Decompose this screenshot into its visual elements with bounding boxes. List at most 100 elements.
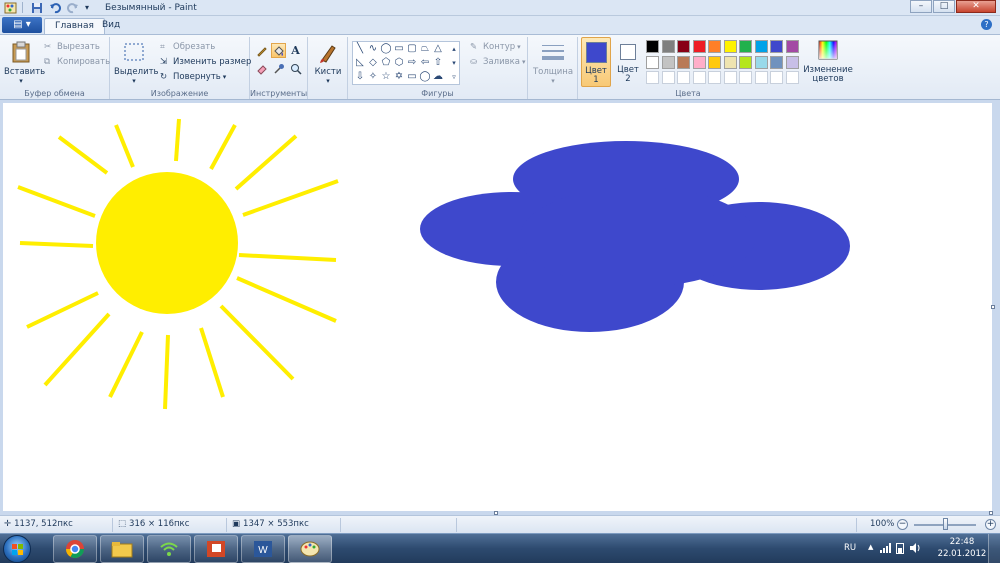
- color2-button[interactable]: Цвет 2: [614, 37, 642, 87]
- rectangle-shape-icon[interactable]: ▭: [393, 43, 405, 55]
- zoom-out-button[interactable]: −: [897, 519, 908, 530]
- palette-color-swatch[interactable]: [723, 40, 737, 53]
- cut-button[interactable]: ✂ Вырезать: [44, 42, 100, 52]
- palette-color-swatch[interactable]: [754, 40, 768, 53]
- palette-color-swatch[interactable]: [677, 71, 690, 84]
- palette-color-swatch[interactable]: [754, 71, 768, 84]
- help-icon[interactable]: ?: [981, 19, 992, 30]
- shapes-scroll-up-icon[interactable]: ▴: [448, 43, 460, 55]
- diamond-shape-icon[interactable]: ◇: [367, 57, 379, 69]
- shapes-scroll-down-icon[interactable]: ▾: [448, 57, 460, 69]
- cloud-callout-shape-icon[interactable]: ☁: [432, 71, 444, 83]
- curve-shape-icon[interactable]: ∿: [367, 43, 379, 55]
- palette-color-swatch[interactable]: [708, 71, 721, 84]
- five-point-star-shape-icon[interactable]: ☆: [380, 71, 392, 83]
- palette-color-swatch[interactable]: [739, 71, 752, 84]
- palette-color-swatch[interactable]: [677, 40, 690, 53]
- palette-color-swatch[interactable]: [770, 40, 783, 53]
- crop-button[interactable]: ⌗ Обрезать: [160, 42, 215, 52]
- palette-color-swatch[interactable]: [770, 71, 783, 84]
- fill-shape-button[interactable]: ⛀ Заливка ▾: [470, 57, 525, 67]
- palette-color-swatch[interactable]: [661, 71, 675, 84]
- color-picker-icon[interactable]: [271, 61, 286, 76]
- brushes-button[interactable]: Кисти ▾: [310, 39, 346, 85]
- palette-color-swatch[interactable]: [692, 55, 706, 69]
- paint-app-icon[interactable]: [4, 2, 18, 14]
- rounded-rectangle-shape-icon[interactable]: ▢: [406, 43, 418, 55]
- shapes-more-icon[interactable]: ▿: [448, 71, 460, 83]
- zoom-slider-thumb[interactable]: [943, 518, 948, 530]
- drawing-canvas[interactable]: [3, 103, 992, 511]
- select-button[interactable]: Выделить ▾: [114, 39, 159, 85]
- callout-oval-shape-icon[interactable]: ◯: [419, 71, 431, 83]
- minimize-button[interactable]: –: [910, 0, 932, 13]
- paste-button[interactable]: Вставить ▾: [4, 39, 45, 85]
- palette-color-swatch[interactable]: [754, 55, 768, 69]
- taskbar-network-app[interactable]: [147, 535, 191, 563]
- taskbar-word[interactable]: W: [241, 535, 285, 563]
- taskbar-explorer[interactable]: [100, 535, 144, 563]
- rotate-button[interactable]: ↻ Повернуть ▾: [160, 72, 226, 82]
- palette-color-swatch[interactable]: [785, 71, 799, 84]
- tab-view[interactable]: Вид: [92, 18, 130, 35]
- palette-color-swatch[interactable]: [785, 40, 799, 53]
- six-point-star-shape-icon[interactable]: ✡: [393, 71, 405, 83]
- file-menu-button[interactable]: ▤ ▾: [2, 17, 42, 33]
- start-button[interactable]: [3, 535, 31, 563]
- zoom-in-button[interactable]: +: [985, 519, 996, 530]
- polygon-shape-icon[interactable]: ⏢: [419, 43, 431, 55]
- language-indicator[interactable]: RU: [844, 543, 856, 553]
- right-triangle-shape-icon[interactable]: ◺: [354, 57, 366, 69]
- resize-handle-right[interactable]: [991, 305, 995, 309]
- left-arrow-shape-icon[interactable]: ⇦: [419, 57, 431, 69]
- down-arrow-shape-icon[interactable]: ⇩: [354, 71, 366, 83]
- palette-color-swatch[interactable]: [677, 55, 690, 69]
- show-hidden-icons-icon[interactable]: ▲: [868, 543, 873, 551]
- eraser-icon[interactable]: [254, 61, 269, 76]
- palette-color-swatch[interactable]: [646, 71, 659, 84]
- line-shape-icon[interactable]: ╲: [354, 43, 366, 55]
- magnifier-icon[interactable]: [288, 61, 303, 76]
- palette-color-swatch[interactable]: [646, 55, 659, 69]
- palette-color-swatch[interactable]: [770, 55, 783, 69]
- edit-colors-button[interactable]: Изменение цветов: [803, 37, 853, 87]
- palette-color-swatch[interactable]: [708, 40, 721, 53]
- show-desktop-button[interactable]: [988, 534, 1000, 563]
- battery-icon[interactable]: [896, 542, 904, 557]
- close-button[interactable]: ✕: [956, 0, 996, 13]
- palette-color-swatch[interactable]: [708, 55, 721, 69]
- text-icon[interactable]: A: [288, 43, 303, 58]
- clock-time[interactable]: 22:48: [942, 537, 982, 547]
- hexagon-shape-icon[interactable]: ⬡: [393, 57, 405, 69]
- paste-dropdown-icon[interactable]: ▾: [4, 77, 38, 85]
- taskbar-chrome[interactable]: [53, 535, 97, 563]
- copy-button[interactable]: ⧉ Копировать: [44, 57, 110, 67]
- pentagon-shape-icon[interactable]: ⬠: [380, 57, 392, 69]
- palette-color-swatch[interactable]: [692, 40, 706, 53]
- size-button[interactable]: Толщина ▾: [532, 39, 574, 91]
- customize-quick-access-icon[interactable]: ▾: [85, 2, 99, 14]
- outline-button[interactable]: ✎ Контур ▾: [470, 42, 521, 52]
- volume-icon[interactable]: [909, 542, 921, 557]
- redo-icon[interactable]: [67, 2, 81, 14]
- clock-date[interactable]: 22.01.2012: [934, 549, 990, 559]
- up-arrow-shape-icon[interactable]: ⇧: [432, 57, 444, 69]
- oval-shape-icon[interactable]: ◯: [380, 43, 392, 55]
- palette-color-swatch[interactable]: [785, 55, 799, 69]
- resize-button[interactable]: ⇲ Изменить размер: [160, 57, 251, 67]
- palette-color-swatch[interactable]: [723, 55, 737, 69]
- right-arrow-shape-icon[interactable]: ⇨: [406, 57, 418, 69]
- pencil-icon[interactable]: [254, 43, 269, 58]
- palette-color-swatch[interactable]: [661, 55, 675, 69]
- taskbar-paint[interactable]: [288, 535, 332, 563]
- palette-color-swatch[interactable]: [661, 40, 675, 53]
- palette-color-swatch[interactable]: [692, 71, 706, 84]
- maximize-button[interactable]: □: [933, 0, 955, 13]
- save-icon[interactable]: [31, 2, 45, 14]
- undo-icon[interactable]: [49, 2, 63, 14]
- palette-color-swatch[interactable]: [739, 40, 752, 53]
- color1-button[interactable]: Цвет 1: [581, 37, 611, 87]
- triangle-shape-icon[interactable]: △: [432, 43, 444, 55]
- palette-color-swatch[interactable]: [739, 55, 752, 69]
- palette-color-swatch[interactable]: [723, 71, 737, 84]
